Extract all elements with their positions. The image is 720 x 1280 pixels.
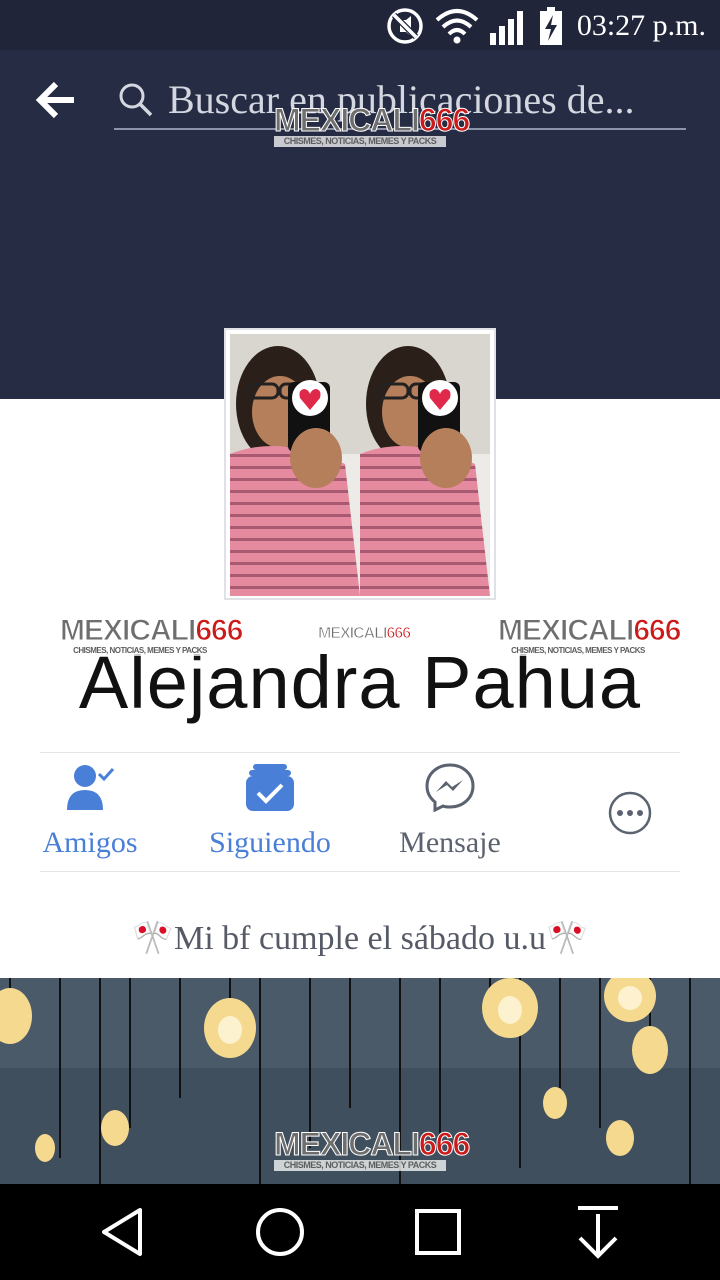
following-label: Siguiendo <box>209 826 331 859</box>
watermark-tagline: CHISMES, NOTICIAS, MEMES Y PACKS <box>274 1160 446 1171</box>
watermark-brand: MEXICALI <box>274 102 421 138</box>
friends-label: Amigos <box>42 826 138 859</box>
watermark-center: MEXICALI666 <box>317 625 411 642</box>
watermark-number: 666 <box>633 614 682 647</box>
status-time: 03:27 p.m. <box>576 9 706 42</box>
watermark-left: MEXICALI666 CHISMES, NOTICIAS, MEMES Y P… <box>59 614 244 656</box>
watermark-number: 666 <box>418 1126 470 1162</box>
system-nav-bar <box>0 1184 720 1280</box>
back-arrow-icon[interactable] <box>34 78 78 122</box>
download-arrow-icon[interactable] <box>566 1200 630 1264</box>
message-label: Mensaje <box>399 826 501 859</box>
profile-photo-right <box>360 334 490 596</box>
watermark-brand: MEXICALI <box>317 625 387 642</box>
divider <box>40 752 680 753</box>
friends-button[interactable]: Amigos <box>0 760 180 868</box>
watermark-number: 666 <box>418 102 470 138</box>
search-icon <box>119 83 153 117</box>
recents-square-icon[interactable] <box>406 1200 470 1264</box>
watermark-brand: MEXICALI <box>497 614 634 647</box>
battery-charging-icon <box>539 7 562 45</box>
mute-icon <box>387 8 423 44</box>
message-button[interactable]: Mensaje <box>360 760 540 868</box>
following-button[interactable]: Siguiendo <box>180 760 360 868</box>
watermark-bottom: MEXICALI666 CHISMES, NOTICIAS, MEMES Y P… <box>274 1126 471 1171</box>
watermark-number: 666 <box>195 614 244 647</box>
signal-icon <box>489 11 523 45</box>
watermark-right: MEXICALI666 CHISMES, NOTICIAS, MEMES Y P… <box>497 614 682 656</box>
status-bar: 03:27 p.m. <box>0 0 720 50</box>
watermark-number: 666 <box>386 625 412 642</box>
divider <box>40 871 680 872</box>
watermark-tagline: CHISMES, NOTICIAS, MEMES Y PACKS <box>498 646 658 656</box>
following-icon <box>246 764 294 811</box>
home-circle-icon[interactable] <box>248 1200 312 1264</box>
profile-photo[interactable] <box>224 328 496 600</box>
more-options-icon <box>608 791 652 835</box>
watermark-brand: MEXICALI <box>274 1126 421 1162</box>
friends-check-icon <box>67 765 115 810</box>
wifi-icon <box>435 9 479 44</box>
profile-bio: 🎌Mi bf cumple el sábado u.u🎌 <box>131 920 589 957</box>
back-triangle-icon[interactable] <box>92 1200 156 1264</box>
watermark-tagline: CHISMES, NOTICIAS, MEMES Y PACKS <box>274 136 446 147</box>
watermark-top: MEXICALI666 CHISMES, NOTICIAS, MEMES Y P… <box>274 102 471 147</box>
messenger-icon <box>425 763 475 812</box>
status-icons: 03:27 p.m. <box>385 4 706 48</box>
profile-photo-left <box>230 334 360 596</box>
more-options-button[interactable] <box>540 760 720 868</box>
watermark-tagline: CHISMES, NOTICIAS, MEMES Y PACKS <box>60 646 220 656</box>
watermark-brand: MEXICALI <box>59 614 196 647</box>
